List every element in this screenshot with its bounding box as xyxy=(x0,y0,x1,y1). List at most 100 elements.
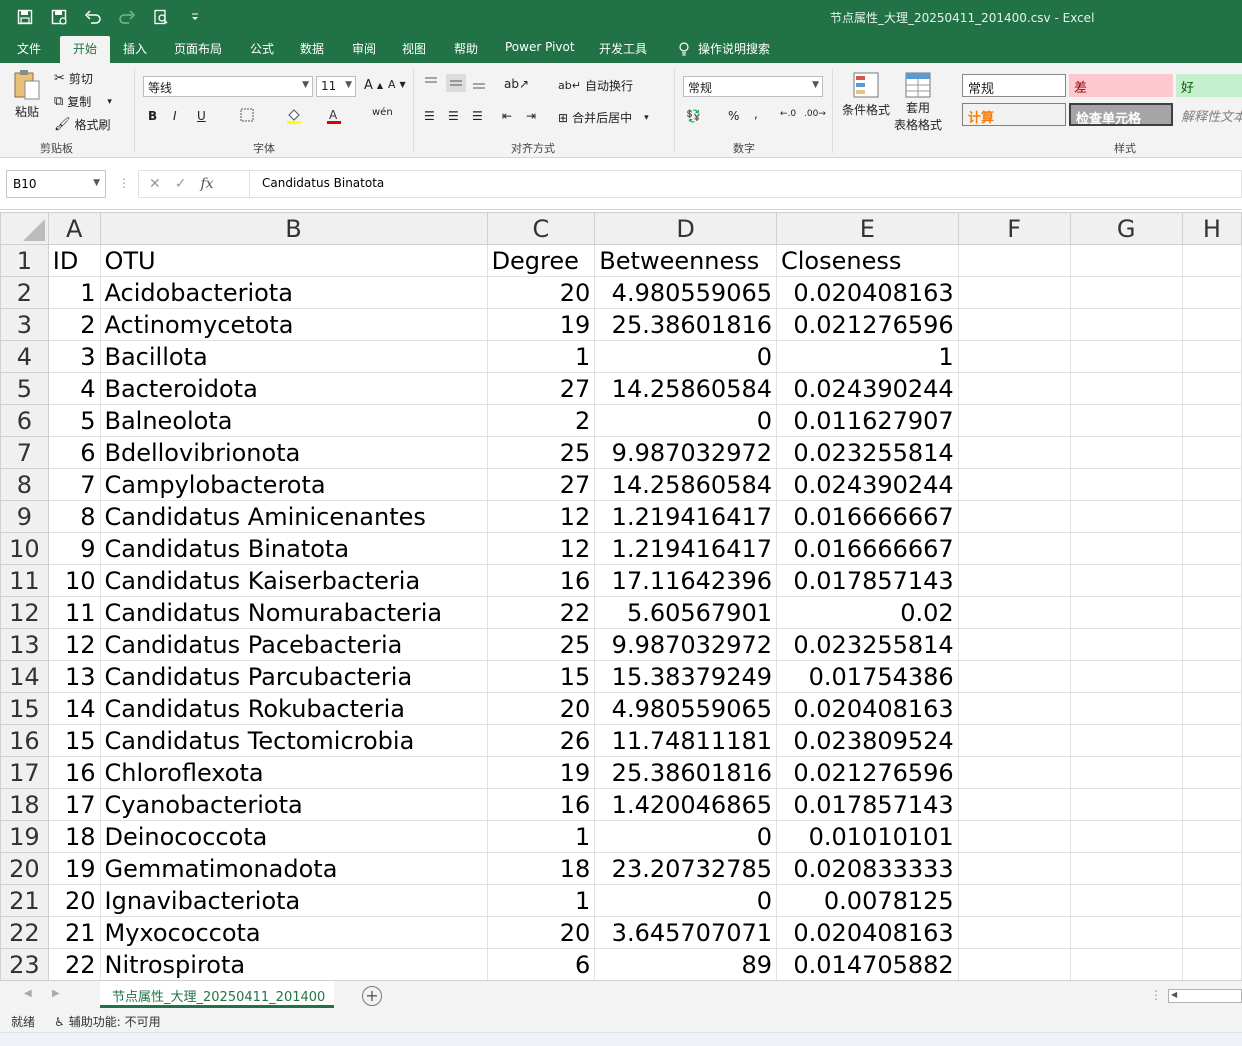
cell-betweenness[interactable]: 89 xyxy=(594,948,777,980)
cell-degree[interactable]: 22 xyxy=(486,596,596,629)
cell-id[interactable]: 21 xyxy=(47,916,101,949)
cell-empty[interactable] xyxy=(957,852,1071,885)
tab-developer[interactable]: 开发工具 xyxy=(599,40,647,57)
tab-review[interactable]: 审阅 xyxy=(352,40,376,57)
cell-closeness[interactable]: 0.017857143 xyxy=(776,788,959,821)
copy-button[interactable]: ⧉ 复制 ▾ xyxy=(54,93,112,110)
worksheet-grid[interactable]: A B C D E F G H 1 ID OTU Degree Betweenness C… xyxy=(0,212,1242,980)
cell-empty[interactable] xyxy=(957,500,1071,533)
cell-empty[interactable] xyxy=(1181,340,1242,373)
cell-empty[interactable] xyxy=(1181,244,1242,277)
cell-degree[interactable]: 27 xyxy=(486,372,596,405)
cell-empty[interactable] xyxy=(957,884,1071,917)
cell-empty[interactable] xyxy=(1069,756,1183,789)
cell-empty[interactable] xyxy=(1069,564,1183,597)
cell-empty[interactable] xyxy=(957,404,1071,437)
cell-id[interactable]: 3 xyxy=(47,340,101,373)
cell-betweenness[interactable]: 9.987032972 xyxy=(594,628,777,661)
cell-degree[interactable]: 2 xyxy=(486,404,596,437)
align-right-button[interactable]: ☰ xyxy=(472,109,483,123)
row-header[interactable]: 18 xyxy=(0,788,49,821)
cell-closeness[interactable]: 0.021276596 xyxy=(776,756,959,789)
cell-empty[interactable] xyxy=(1181,564,1242,597)
cell-degree[interactable]: 18 xyxy=(486,852,596,885)
cell-id[interactable]: 6 xyxy=(47,436,101,469)
cell-betweenness[interactable]: 0 xyxy=(594,340,777,373)
undo-icon[interactable] xyxy=(82,6,104,28)
cell-degree[interactable]: 20 xyxy=(486,916,596,949)
style-calculation[interactable]: 计算 xyxy=(962,103,1066,126)
align-top-button[interactable] xyxy=(424,77,438,89)
tab-power-pivot[interactable]: Power Pivot xyxy=(505,40,575,54)
cell-empty[interactable] xyxy=(1069,500,1183,533)
cell-id[interactable]: 13 xyxy=(47,660,101,693)
cell-closeness[interactable]: 0.024390244 xyxy=(776,468,959,501)
cell-id[interactable]: 14 xyxy=(47,692,101,725)
cell-otu[interactable]: Bacteroidota xyxy=(99,372,488,405)
underline-button[interactable]: U xyxy=(197,109,206,123)
cell-betweenness[interactable]: 0 xyxy=(594,884,777,917)
row-header[interactable]: 5 xyxy=(0,372,49,405)
cell-empty[interactable] xyxy=(957,724,1071,757)
cut-button[interactable]: ✂ 剪切 xyxy=(54,70,93,87)
cell-otu[interactable]: OTU xyxy=(99,244,488,277)
cell-degree[interactable]: 1 xyxy=(486,884,596,917)
cell-empty[interactable] xyxy=(1181,276,1242,309)
tab-view[interactable]: 视图 xyxy=(402,40,426,57)
row-header[interactable]: 8 xyxy=(0,468,49,501)
cancel-icon[interactable]: ✕ xyxy=(149,176,161,192)
comma-button[interactable]: , xyxy=(754,107,758,121)
cell-empty[interactable] xyxy=(957,756,1071,789)
cell-betweenness[interactable]: 17.11642396 xyxy=(594,564,777,597)
tab-data[interactable]: 数据 xyxy=(300,40,324,57)
cell-betweenness[interactable]: 3.645707071 xyxy=(594,916,777,949)
cell-empty[interactable] xyxy=(1181,724,1242,757)
row-header[interactable]: 7 xyxy=(0,436,49,469)
cell-empty[interactable] xyxy=(957,660,1071,693)
column-header[interactable]: C xyxy=(486,212,596,245)
cell-betweenness[interactable]: Betweenness xyxy=(594,244,777,277)
cell-betweenness[interactable]: 11.74811181 xyxy=(594,724,777,757)
cell-betweenness[interactable]: 5.60567901 xyxy=(594,596,777,629)
row-header[interactable]: 20 xyxy=(0,852,49,885)
accounting-format-button[interactable]: 💱 xyxy=(686,109,701,123)
align-center-button[interactable]: ☰ xyxy=(448,109,459,123)
cell-degree[interactable]: 20 xyxy=(486,276,596,309)
cell-empty[interactable] xyxy=(1069,692,1183,725)
cell-betweenness[interactable]: 14.25860584 xyxy=(594,372,777,405)
cell-empty[interactable] xyxy=(1181,820,1242,853)
cell-id[interactable]: 18 xyxy=(47,820,101,853)
cell-empty[interactable] xyxy=(1181,660,1242,693)
cell-empty[interactable] xyxy=(1181,948,1242,980)
cell-empty[interactable] xyxy=(957,916,1071,949)
cell-degree[interactable]: 20 xyxy=(486,692,596,725)
scroll-left-icon[interactable]: ◀ xyxy=(24,988,32,999)
cell-empty[interactable] xyxy=(1069,404,1183,437)
save-as-icon[interactable] xyxy=(48,6,70,28)
cell-empty[interactable] xyxy=(1069,532,1183,565)
row-header[interactable]: 9 xyxy=(0,500,49,533)
cell-betweenness[interactable]: 23.20732785 xyxy=(594,852,777,885)
column-header[interactable]: A xyxy=(47,212,101,245)
name-box[interactable]: B10 ▼ xyxy=(6,170,106,198)
cell-degree[interactable]: 15 xyxy=(486,660,596,693)
cell-id[interactable]: 4 xyxy=(47,372,101,405)
style-normal[interactable]: 常规 xyxy=(962,74,1066,97)
insert-function-icon[interactable]: fx xyxy=(200,176,213,192)
column-header[interactable]: B xyxy=(99,212,488,245)
cell-empty[interactable] xyxy=(957,436,1071,469)
cell-empty[interactable] xyxy=(957,596,1071,629)
cell-empty[interactable] xyxy=(1069,852,1183,885)
paste-button[interactable]: 粘贴 xyxy=(12,69,42,120)
cell-otu[interactable]: Candidatus Tectomicrobia xyxy=(99,724,488,757)
cell-otu[interactable]: Candidatus Rokubacteria xyxy=(99,692,488,725)
phonetic-button[interactable]: wén xyxy=(372,107,393,118)
tab-formulas[interactable]: 公式 xyxy=(250,40,274,57)
cell-closeness[interactable]: 0.016666667 xyxy=(776,500,959,533)
cell-empty[interactable] xyxy=(957,532,1071,565)
cell-empty[interactable] xyxy=(1069,916,1183,949)
cell-closeness[interactable]: 0.020408163 xyxy=(776,916,959,949)
cell-otu[interactable]: Nitrospirota xyxy=(99,948,488,980)
cell-empty[interactable] xyxy=(957,308,1071,341)
row-header[interactable]: 2 xyxy=(0,276,49,309)
